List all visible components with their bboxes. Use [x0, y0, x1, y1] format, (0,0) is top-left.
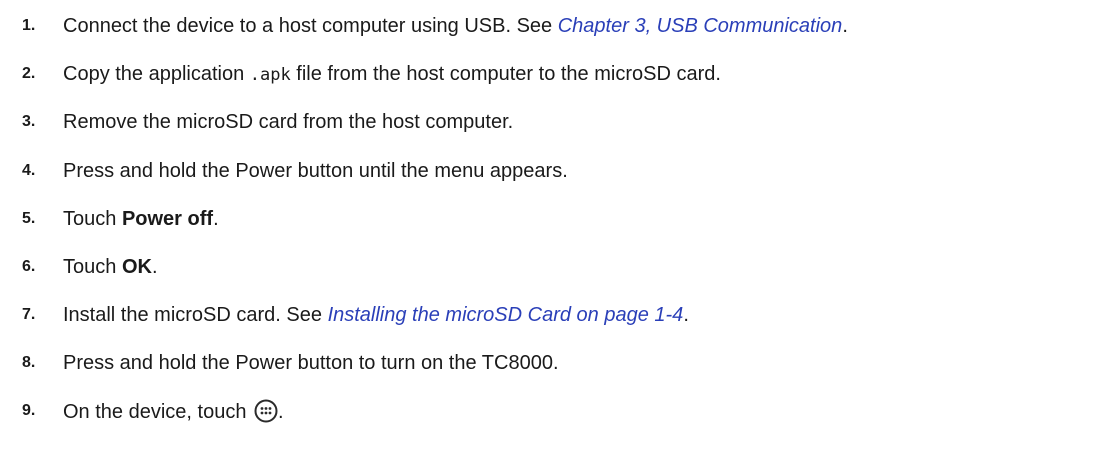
installing-microsd-link[interactable]: Installing the microSD Card on page 1-4: [328, 304, 684, 326]
step-text: On the device, touch .: [63, 399, 284, 423]
step-number: 6.: [22, 258, 36, 275]
step-number: 4.: [22, 162, 36, 179]
ok-label: OK: [121, 255, 152, 278]
step-text: Touch OK.: [63, 255, 158, 278]
step-text: Touch Power off.: [63, 207, 219, 230]
step-number: 7.: [22, 306, 36, 323]
step-number: 9.: [22, 402, 36, 419]
step-text: Press and hold the Power button until th…: [63, 159, 568, 182]
power-off-label: Power off: [121, 207, 214, 230]
step-number: 2.: [22, 65, 36, 82]
chapter-3-link[interactable]: Chapter 3, USB Communication: [558, 15, 843, 37]
step-number: 5.: [22, 210, 36, 227]
apps-grid-icon: [254, 399, 278, 423]
step-number: 3.: [22, 113, 36, 130]
step-text: Connect the device to a host computer us…: [63, 14, 848, 37]
step-number: 8.: [22, 354, 36, 371]
step-text: Install the microSD card. See Installing…: [63, 303, 689, 326]
step-text: Copy the application .apk file from the …: [63, 62, 721, 85]
step-text: Remove the microSD card from the host co…: [63, 110, 514, 133]
step-text: Press and hold the Power button to turn …: [63, 351, 559, 374]
step-number: 1.: [22, 17, 36, 34]
apk-code: .apk: [249, 64, 291, 85]
